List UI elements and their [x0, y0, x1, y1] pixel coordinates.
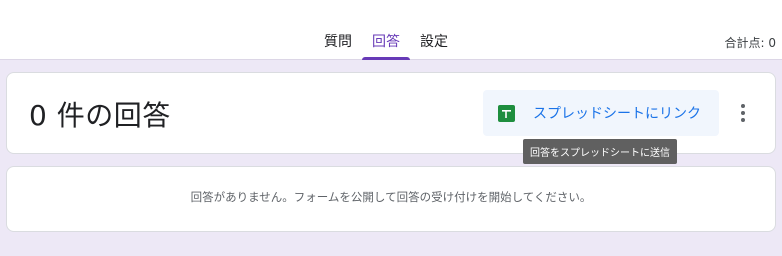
empty-state-card: 回答がありません。フォームを公開して回答の受け付けを開始してください。: [6, 166, 776, 232]
total-points: 合計点: 0: [724, 36, 777, 50]
tab-settings[interactable]: 設定: [410, 0, 458, 60]
response-count: 0 件の回答: [29, 99, 171, 132]
tooltip: 回答をスプレッドシートに送信: [523, 139, 677, 164]
tab-bar: 質問 回答 設定: [314, 0, 458, 60]
top-bar: 質問 回答 設定 合計点: 0: [0, 0, 782, 60]
link-to-sheets-label: スプレッドシートにリンク: [533, 106, 701, 122]
google-sheets-icon: [498, 104, 515, 122]
tab-responses[interactable]: 回答: [362, 0, 410, 60]
link-to-sheets-button[interactable]: スプレッドシートにリンク: [483, 90, 719, 136]
more-vert-icon[interactable]: [731, 99, 755, 127]
tab-questions[interactable]: 質問: [314, 0, 362, 60]
empty-state-message: 回答がありません。フォームを公開して回答の受け付けを開始してください。: [190, 190, 592, 204]
